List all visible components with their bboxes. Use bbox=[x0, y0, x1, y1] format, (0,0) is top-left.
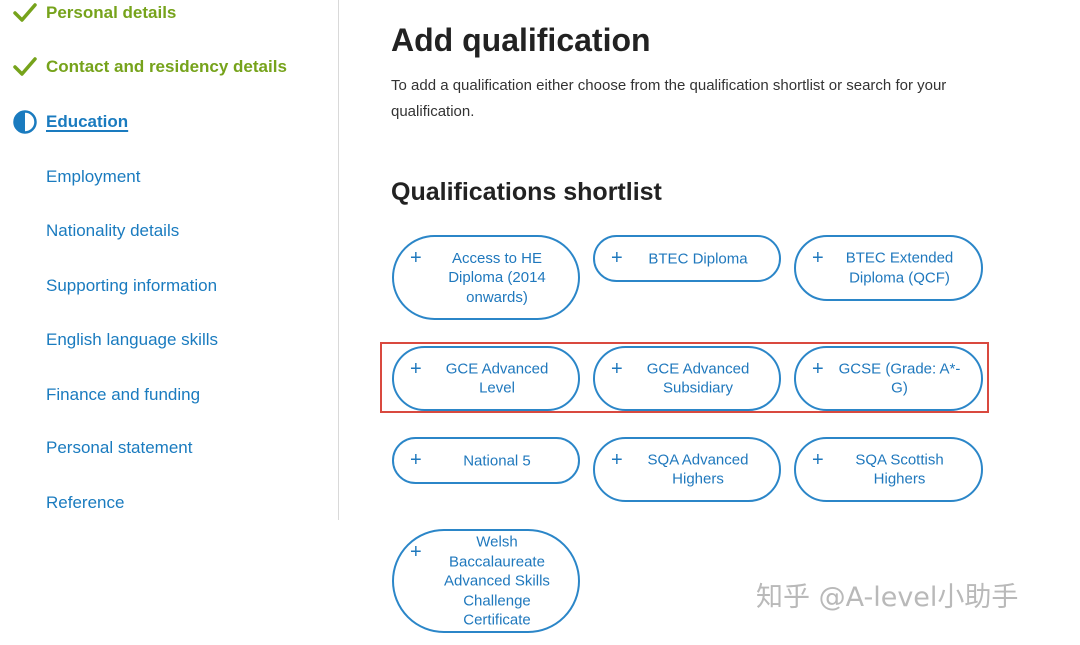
plus-icon: + bbox=[410, 247, 422, 269]
sidebar-item-personal-details[interactable]: Personal details bbox=[46, 2, 176, 24]
highlight-box bbox=[380, 342, 989, 413]
qualification-label: BTEC Diploma bbox=[648, 249, 748, 267]
plus-icon: + bbox=[611, 247, 623, 269]
check-icon bbox=[13, 57, 37, 76]
sidebar-item-contact-and-residency[interactable]: Contact and residency details bbox=[46, 56, 287, 78]
sidebar-item-employment[interactable]: Employment bbox=[46, 166, 140, 188]
check-icon bbox=[13, 3, 37, 22]
qualification-label: Access to HE Diploma (2014 onwards) bbox=[448, 249, 546, 306]
qualification-button-welsh-baccalaureate[interactable]: + Welsh Baccalaureate Advanced Skills Ch… bbox=[392, 529, 580, 633]
watermark-text: 知乎 @A-level小助手 bbox=[756, 582, 1019, 613]
plus-icon: + bbox=[410, 449, 422, 471]
qualification-label: Welsh Baccalaureate Advanced Skills Chal… bbox=[444, 533, 550, 629]
sidebar-item-personal-statement[interactable]: Personal statement bbox=[46, 437, 192, 459]
half-circle-icon bbox=[13, 110, 37, 134]
qualification-button-access-to-he[interactable]: + Access to HE Diploma (2014 onwards) bbox=[392, 235, 580, 320]
sidebar-item-reference[interactable]: Reference bbox=[46, 492, 124, 514]
sidebar-item-education[interactable]: Education bbox=[46, 111, 128, 133]
qualification-button-btec-diploma[interactable]: + BTEC Diploma bbox=[593, 235, 781, 282]
qualification-label: SQA Scottish Highers bbox=[855, 451, 944, 488]
qualification-label: SQA Advanced Highers bbox=[647, 451, 749, 488]
qualification-button-sqa-advanced-highers[interactable]: + SQA Advanced Highers bbox=[593, 437, 781, 502]
qualification-button-btec-extended-diploma[interactable]: + BTEC Extended Diploma (QCF) bbox=[794, 235, 983, 301]
plus-icon: + bbox=[410, 541, 422, 563]
sidebar-item-english-language-skills[interactable]: English language skills bbox=[46, 329, 218, 351]
qualification-label: BTEC Extended Diploma (QCF) bbox=[845, 249, 954, 287]
intro-text: To add a qualification either choose fro… bbox=[391, 77, 947, 120]
plus-icon: + bbox=[611, 449, 623, 471]
page-title: Add qualification bbox=[391, 22, 651, 58]
shortlist-heading: Qualifications shortlist bbox=[391, 178, 662, 206]
sidebar-item-finance-and-funding[interactable]: Finance and funding bbox=[46, 384, 200, 406]
sidebar-item-nationality-details[interactable]: Nationality details bbox=[46, 220, 179, 242]
progress-sidebar: Personal details Contact and residency d… bbox=[0, 0, 339, 520]
plus-icon: + bbox=[812, 247, 824, 269]
qualification-button-sqa-scottish-highers[interactable]: + SQA Scottish Highers bbox=[794, 437, 983, 502]
sidebar-item-supporting-information[interactable]: Supporting information bbox=[46, 275, 217, 297]
qualification-button-national-5[interactable]: + National 5 bbox=[392, 437, 580, 484]
qualification-label: National 5 bbox=[463, 451, 531, 469]
plus-icon: + bbox=[812, 449, 824, 471]
